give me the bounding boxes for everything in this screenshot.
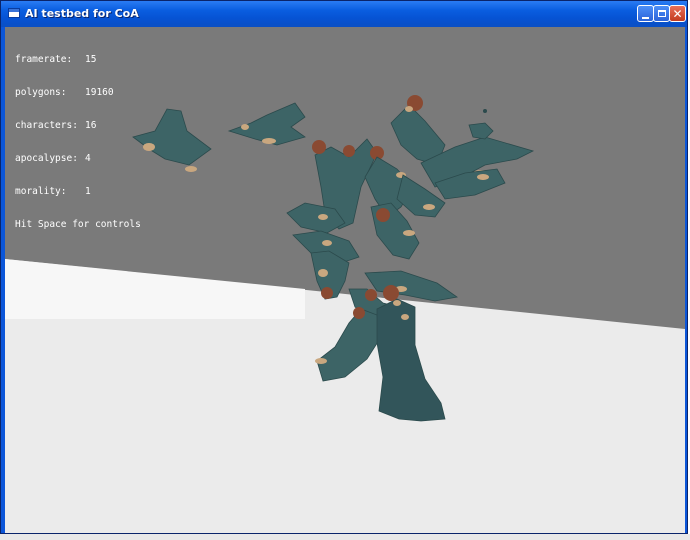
hud-stat-label: morality: xyxy=(15,186,67,197)
hud-stat-label: apocalypse: xyxy=(15,153,78,164)
maximize-icon xyxy=(657,10,666,17)
close-icon: ✕ xyxy=(672,6,683,21)
close-button[interactable]: ✕ xyxy=(669,5,686,22)
hud-stat-label: polygons: xyxy=(15,87,67,98)
hud-stat-value: 15 xyxy=(85,54,97,65)
window-title: AI testbed for CoA xyxy=(25,7,139,20)
title-bar[interactable]: AI testbed for CoA ✕ xyxy=(1,1,687,27)
hud-stat-row: apocalypse: 4 xyxy=(15,153,141,164)
hud-stat-value: 1 xyxy=(85,186,91,197)
debug-hud: framerate: 15 polygons: 19160 characters: 1… xyxy=(15,32,141,252)
hud-stat-row: framerate: 15 xyxy=(15,54,141,65)
hud-stat-value: 19160 xyxy=(85,87,114,98)
hud-stat-label: characters: xyxy=(15,120,78,131)
minimize-button[interactable] xyxy=(637,5,654,22)
app-window: AI testbed for CoA ✕ framerate: 15 polyg… xyxy=(0,0,688,534)
hud-hint: Hit Space for controls xyxy=(15,219,141,230)
window-app-icon[interactable] xyxy=(8,8,20,18)
background-strip xyxy=(0,534,690,540)
hud-stat-row: morality: 1 xyxy=(15,186,141,197)
hud-stat-row: characters: 16 xyxy=(15,120,141,131)
minimize-icon xyxy=(642,16,649,19)
hud-stat-label: framerate: xyxy=(15,54,73,65)
hud-stat-value: 4 xyxy=(85,153,91,164)
hud-stat-value: 16 xyxy=(85,120,97,131)
render-viewport[interactable]: framerate: 15 polygons: 19160 characters: 1… xyxy=(5,27,685,533)
hud-stat-row: polygons: 19160 xyxy=(15,87,141,98)
maximize-button[interactable] xyxy=(653,5,670,22)
